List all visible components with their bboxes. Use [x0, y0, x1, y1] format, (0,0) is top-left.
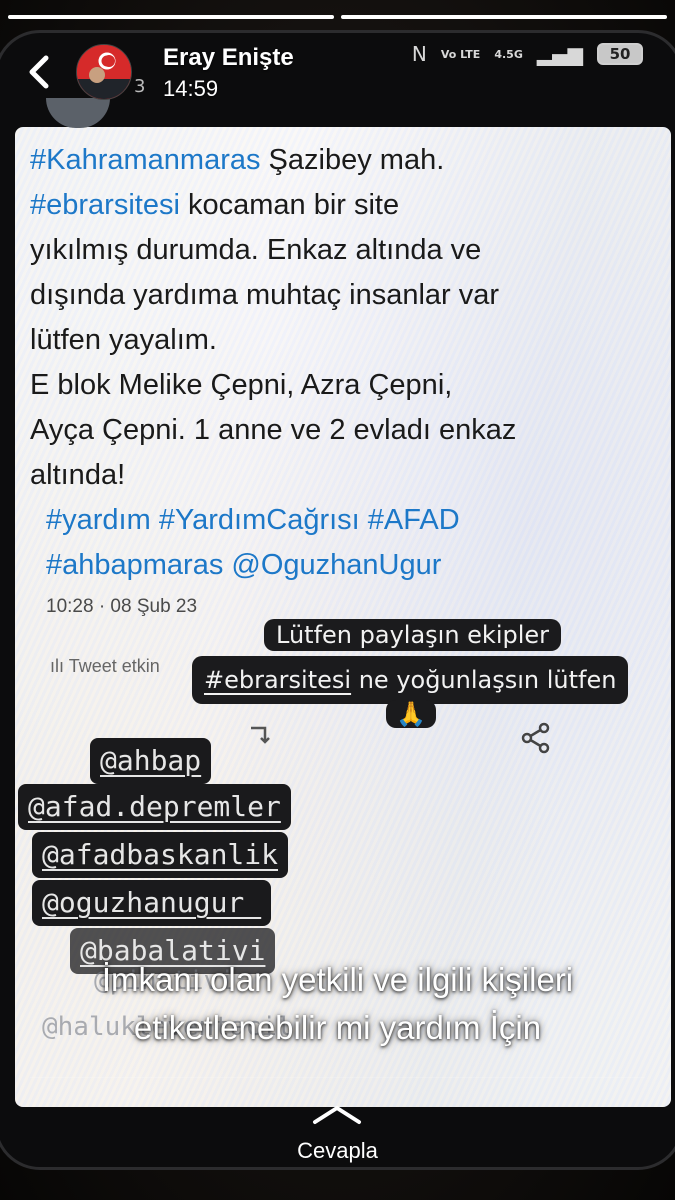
signal-icon: ▂▄▆ — [536, 42, 583, 66]
story-progress-1 — [8, 15, 334, 19]
tweet-line: yıkılmış durumda. Enkaz altında ve — [30, 228, 630, 273]
tweet-line-text: dışında yardıma muhtaç insanlar var — [30, 279, 500, 311]
tweet-line: Ayça Çepni. 1 anne ve 2 evladı enkaz — [30, 408, 630, 453]
mention-tag[interactable]: @afad.depremler — [18, 784, 291, 830]
story-stage[interactable]: N Vo LTE 4.5G ▂▄▆ 50 3 #Kahramanmaras Şa… — [0, 0, 675, 1200]
sticker-line-1: Lütfen paylaşın ekipler — [264, 619, 562, 651]
tweet-line: E blok Melike Çepni, Azra Çepni, — [30, 363, 630, 408]
story-time: 14:59 — [163, 76, 219, 101]
profile-photo — [77, 45, 131, 99]
mention-tag-label: @oguzhanugur_ — [42, 886, 262, 919]
mention-tag[interactable]: @afadbaskanlik — [32, 832, 289, 878]
mention-tag-label: @ahbap — [100, 744, 202, 777]
share-icon — [521, 722, 550, 754]
tweet-line: #ebrarsitesi kocaman bir site — [30, 183, 630, 228]
pray-emoji: 🙏 — [386, 700, 436, 728]
mention-tag-label: @afad.depremler — [28, 790, 281, 823]
tweet-timestamp: 10:28 · 08 Şub 23 — [46, 596, 198, 617]
tweet-activity-label: Tweet etkin — [68, 656, 160, 676]
network-label: 4.5G — [494, 47, 523, 61]
bar-chart-icon: ılı — [50, 656, 69, 676]
tweet-line-text: altında! — [30, 459, 126, 491]
tweet-hashtags-1: #yardım #YardımCağrısı #AFAD — [46, 504, 460, 536]
tweet-text: #Kahramanmaras Şazibey mah. #ebrarsitesi… — [30, 138, 630, 588]
tweet-hashtags-2: #ahbapmaras @OguzhanUgur — [46, 549, 442, 581]
retweet-icon — [251, 726, 270, 744]
mention-tag[interactable]: @ahbap — [90, 738, 212, 784]
tweet-line-text: lütfen yayalım. — [30, 324, 217, 356]
tweet-line-text: Şazibey mah. — [260, 144, 445, 176]
avatar[interactable] — [76, 44, 132, 100]
tweet-line: dışında yardıma muhtaç insanlar var — [30, 273, 630, 318]
mention-tag[interactable]: @oguzhanugur_ — [32, 880, 272, 926]
phone-status-bar: N Vo LTE 4.5G ▂▄▆ 50 — [412, 43, 643, 65]
back-arrow-icon[interactable] — [20, 50, 60, 94]
tweet-line: altında! — [30, 453, 630, 498]
sticker-hashtag: #ebrarsitesi — [204, 666, 352, 694]
hashtag-link: #Kahramanmaras — [30, 144, 261, 176]
sticker-text: ne yoğunlaşsın lütfen — [351, 666, 617, 694]
nfc-icon: N — [411, 42, 427, 66]
status-fragment: 3 — [134, 76, 146, 97]
tweet-line-text: yıkılmış durumda. Enkaz altında ve — [30, 234, 482, 266]
story-caption-line-2: etiketlenebilir mi yardım İçin — [133, 1009, 542, 1046]
volte-label: Vo LTE — [440, 47, 481, 61]
story-caption-line-1: İmkanı olan yetkili ve ilgili kişileri — [101, 961, 574, 998]
tweet-line: #Kahramanmaras Şazibey mah. — [30, 138, 630, 183]
tweet-line-text: Ayça Çepni. 1 anne ve 2 evladı enkaz — [30, 414, 517, 446]
battery-icon: 50 — [597, 43, 643, 65]
reply-label[interactable]: Cevapla — [0, 1138, 675, 1164]
tweet-line: lütfen yayalım. — [30, 318, 630, 363]
chevron-up-icon[interactable] — [311, 1102, 363, 1126]
story-username[interactable]: Eray Enişte — [163, 44, 294, 72]
tweet-line-text: E blok Melike Çepni, Azra Çepni, — [30, 369, 453, 401]
tweet-line-text: kocaman bir site — [179, 189, 400, 221]
story-progress-2 — [341, 15, 667, 19]
sticker-line-2: #ebrarsitesi ne yoğunlaşsın lütfen — [192, 656, 629, 704]
mention-tag-label: @afadbaskanlik — [42, 838, 279, 871]
hashtag-link: #ebrarsitesi — [30, 189, 180, 221]
tweet-activity: ılı Tweet etkin — [50, 656, 160, 677]
